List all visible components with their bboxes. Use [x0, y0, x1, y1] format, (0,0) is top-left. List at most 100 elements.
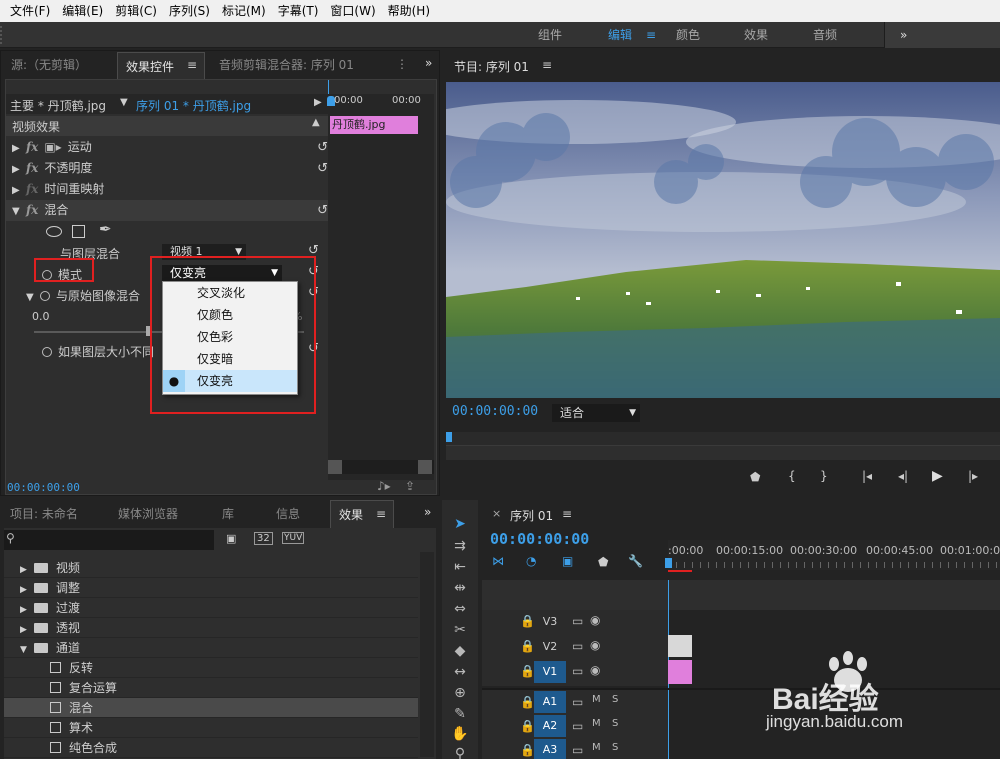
effect-folder[interactable]: ▶ 透视	[4, 618, 418, 638]
track-a1[interactable]: A1	[534, 691, 566, 713]
reset-icon[interactable]: ↺	[308, 243, 436, 258]
fx-icon[interactable]: fx	[26, 203, 38, 217]
slip-tool-icon[interactable]: ◆	[448, 641, 472, 661]
eye-icon[interactable]: ◉	[590, 638, 600, 652]
lock-icon[interactable]: 🔒	[520, 639, 535, 653]
solo-button[interactable]: S	[612, 718, 618, 729]
pen-mask-icon[interactable]: ✒	[99, 220, 112, 238]
lock-icon[interactable]: 🔒	[520, 743, 535, 757]
stopwatch-icon[interactable]	[40, 291, 50, 301]
track-a3[interactable]: A3	[534, 739, 566, 759]
export-icon[interactable]: ⇪	[405, 479, 415, 493]
clip-v2[interactable]	[668, 635, 692, 657]
blend-mode-dropdown[interactable]: 交叉淡化 仅颜色 仅色彩 仅变暗 ● 仅变亮	[162, 281, 298, 395]
program-title[interactable]: 节目: 序列 01	[454, 58, 529, 75]
rect-mask-icon[interactable]	[72, 225, 85, 238]
workspace-audio[interactable]: 音频	[813, 22, 837, 48]
effect-item[interactable]: 算术	[4, 718, 418, 738]
menu-clip[interactable]: 剪辑(C)	[109, 0, 163, 22]
menu-marker[interactable]: 标记(M)	[216, 0, 272, 22]
effect-motion[interactable]: ▶ fx ▣▸ 运动 ↺	[12, 137, 328, 158]
transform-icon[interactable]: ▣▸	[44, 140, 61, 154]
panel-expand-icon[interactable]: »	[424, 505, 431, 519]
snap-icon[interactable]: ⋈	[492, 554, 504, 568]
slide-tool-icon[interactable]: ↔	[448, 662, 472, 682]
menu-help[interactable]: 帮助(H)	[382, 0, 436, 22]
zoom-tool-icon[interactable]: ⚲	[448, 744, 472, 759]
expand-icon[interactable]: ▶	[12, 159, 26, 180]
tab-media-browser[interactable]: 媒体浏览器	[110, 500, 206, 528]
reset-icon[interactable]: ↺	[317, 200, 328, 221]
zoom-scrollbar[interactable]	[446, 446, 1000, 460]
play-icon[interactable]: ▶	[932, 468, 943, 484]
expand-icon[interactable]: ▶	[20, 600, 34, 620]
master-clip-label[interactable]: 主要 * 丹顶鹤.jpg	[10, 97, 106, 114]
scrollbar[interactable]	[420, 552, 434, 757]
menu-edit[interactable]: 编辑(E)	[56, 0, 109, 22]
lock-icon[interactable]: 🔒	[520, 664, 535, 678]
option-darken-only[interactable]: 仅变暗	[163, 348, 297, 370]
mini-clip[interactable]: 丹顶鹤.jpg	[330, 116, 418, 134]
tab-info[interactable]: 信息	[268, 500, 318, 528]
rolling-edit-tool-icon[interactable]: ⇹	[448, 578, 472, 598]
track-select-tool-icon[interactable]: ⇉	[448, 536, 472, 556]
effect-item[interactable]: 混合	[4, 698, 418, 718]
collapse-arrow-icon[interactable]: ▼	[26, 292, 40, 303]
go-to-in-icon[interactable]: |◂	[862, 469, 872, 483]
mark-out-icon[interactable]: }	[820, 469, 828, 483]
workspace-more-icon[interactable]: »	[900, 22, 907, 48]
menu-sequence[interactable]: 序列(S)	[163, 0, 216, 22]
audio-only-icon[interactable]: ♪▸	[377, 479, 391, 493]
expand-icon[interactable]: ▶	[20, 580, 34, 600]
tab-audio-mixer[interactable]: 音频剪辑混合器: 序列 01	[211, 51, 391, 79]
option-tint-only[interactable]: 仅色彩	[163, 326, 297, 348]
timeline-playhead-icon[interactable]	[665, 558, 672, 568]
panel-expand-icon[interactable]: »	[425, 56, 432, 70]
stopwatch-icon[interactable]	[42, 347, 52, 357]
step-forward-icon[interactable]: |▸	[968, 469, 978, 483]
tab-library[interactable]: 库	[214, 500, 254, 528]
track-forward-tool-icon[interactable]: ⊕	[448, 683, 472, 703]
effect-item[interactable]: 复合运算	[4, 678, 418, 698]
track-v3[interactable]: V3	[534, 611, 566, 633]
menu-window[interactable]: 窗口(W)	[324, 0, 381, 22]
add-marker-icon[interactable]: ⬟	[750, 470, 760, 484]
option-cross-fade[interactable]: 交叉淡化	[163, 282, 297, 304]
tab-project[interactable]: 项目: 未命名	[2, 500, 102, 528]
workspace-menu-icon[interactable]: ≡	[646, 22, 656, 48]
reset-icon[interactable]: ↺	[308, 341, 436, 356]
workspace-editing[interactable]: 编辑	[608, 22, 632, 48]
ellipse-mask-icon[interactable]	[46, 226, 62, 237]
wrench-icon[interactable]: 🔧	[628, 554, 643, 568]
effect-time-remap[interactable]: ▶ fx 时间重映射	[12, 179, 328, 200]
program-playhead[interactable]	[446, 432, 452, 442]
dropdown-arrow-icon[interactable]: ▼	[120, 97, 128, 108]
effect-folder[interactable]: ▼ 通道	[4, 638, 418, 658]
mute-button[interactable]: M	[592, 718, 601, 729]
track-v1[interactable]: V1	[534, 661, 566, 683]
scroll-handle[interactable]	[328, 460, 342, 474]
ripple-edit-tool-icon[interactable]: ⇤	[448, 557, 472, 577]
expand-icon[interactable]: ▶	[12, 138, 26, 159]
program-timecode[interactable]: 00:00:00:00	[452, 404, 538, 419]
lock-icon[interactable]: 🔒	[520, 719, 535, 733]
reset-icon[interactable]: ↺	[317, 137, 328, 158]
sequence-clip-label[interactable]: 序列 01 * 丹顶鹤.jpg	[136, 97, 251, 114]
lock-icon[interactable]: 🔒	[520, 695, 535, 709]
timeline-timecode[interactable]: 00:00:00:00	[490, 530, 589, 548]
sync-lock-icon[interactable]: ▭	[572, 743, 583, 757]
clip-v1[interactable]	[668, 660, 692, 684]
reset-icon[interactable]: ↺	[308, 285, 436, 300]
solo-button[interactable]: S	[612, 694, 618, 705]
accelerated-filter-icon[interactable]: ▣	[226, 532, 236, 545]
track-v2[interactable]: V2	[534, 636, 566, 658]
effect-folder[interactable]: ▶ 过渡	[4, 598, 418, 618]
effect-timecode[interactable]: 00:00:00:00	[7, 481, 80, 494]
linked-selection-icon[interactable]: ◔	[526, 554, 536, 568]
scroll-handle[interactable]	[418, 460, 432, 474]
32bit-filter-icon[interactable]: 32	[254, 532, 273, 545]
marker-icon[interactable]: ⬟	[598, 555, 608, 569]
work-area-bar[interactable]	[668, 570, 692, 572]
razor-tool-icon[interactable]: ✂	[448, 620, 472, 640]
effect-folder[interactable]: ▶ 调整	[4, 578, 418, 598]
